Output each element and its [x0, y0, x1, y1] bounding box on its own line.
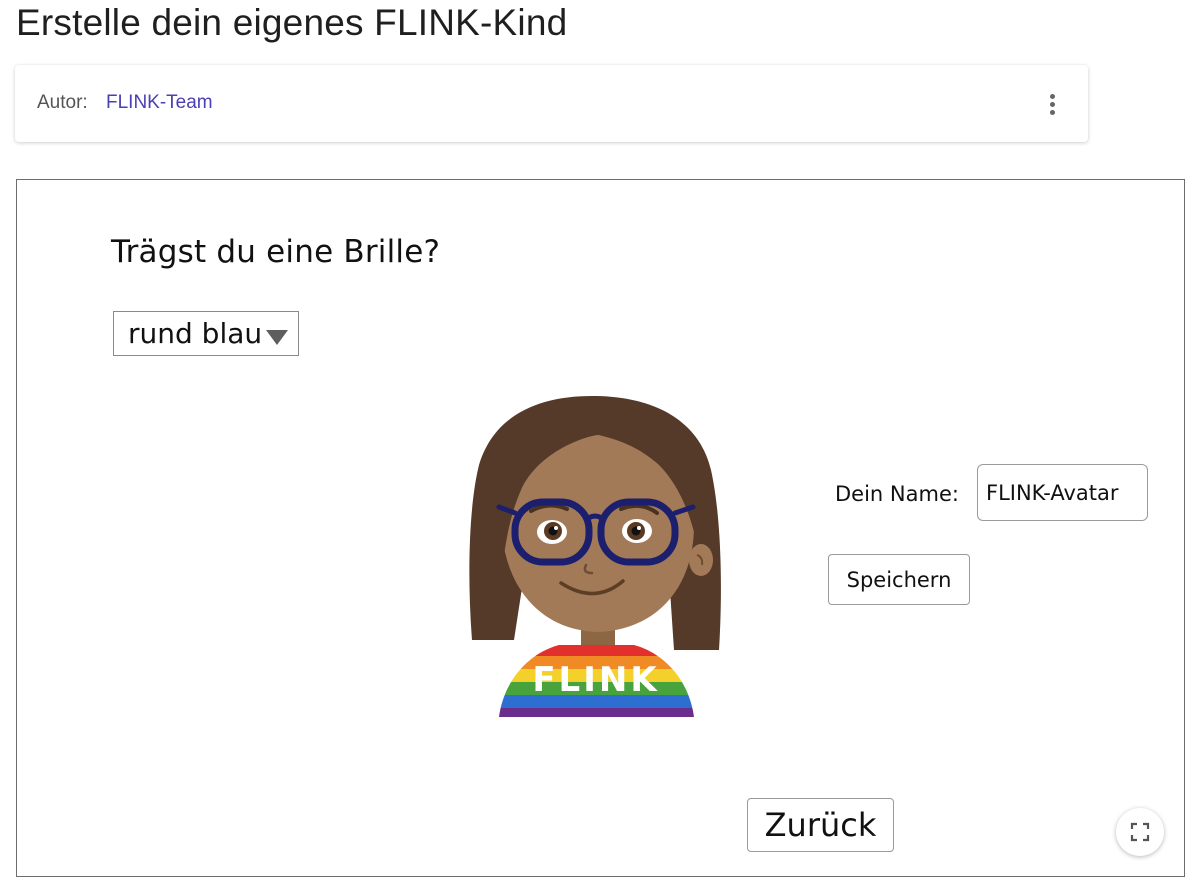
author-card: Autor: FLINK-Team [15, 65, 1088, 142]
activity-frame: Trägst du eine Brille? rund blau FLINK D… [16, 179, 1185, 877]
name-input[interactable] [977, 464, 1148, 521]
author-link[interactable]: FLINK-Team [106, 92, 213, 114]
question-text: Trägst du eine Brille? [111, 234, 441, 270]
shirt-text: FLINK [532, 660, 659, 700]
glasses-dropdown-value: rund blau [128, 317, 263, 350]
back-button[interactable]: Zurück [747, 798, 894, 852]
name-label: Dein Name: [835, 482, 959, 506]
avatar-image: FLINK [469, 395, 721, 717]
page-title: Erstelle dein eigenes FLINK-Kind [16, 2, 568, 43]
save-button[interactable]: Speichern [828, 554, 970, 605]
glasses-dropdown[interactable]: rund blau [113, 311, 299, 356]
fullscreen-button[interactable] [1116, 808, 1164, 856]
author-label: Autor: [37, 92, 88, 113]
triangle-down-icon [266, 330, 288, 345]
more-options-icon[interactable] [1040, 89, 1064, 119]
fullscreen-icon [1130, 822, 1150, 842]
